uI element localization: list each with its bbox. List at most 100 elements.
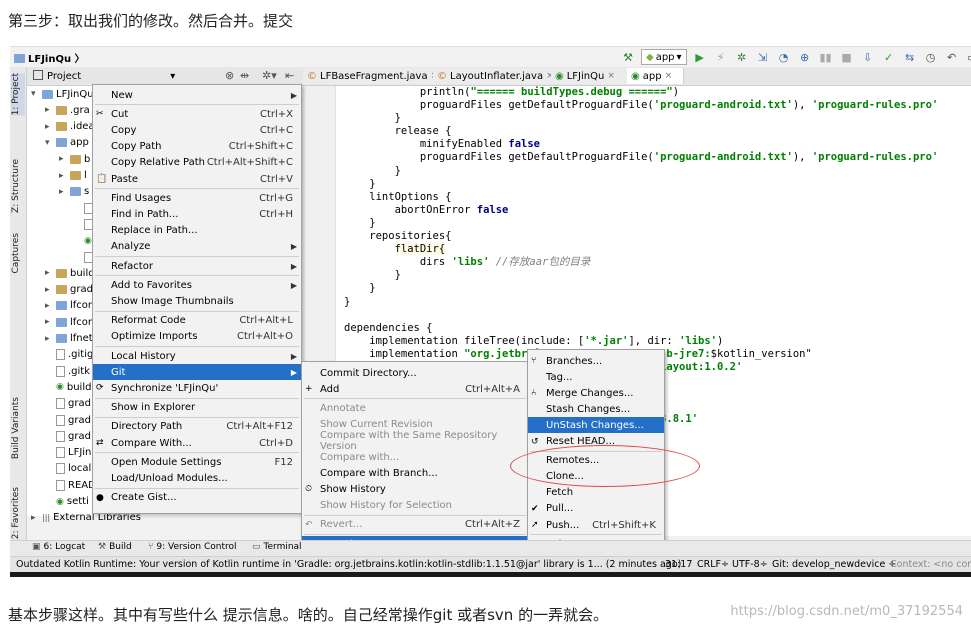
close-icon[interactable]: × <box>607 71 615 81</box>
menu-item[interactable]: ⇄ Compare With... Ctrl+D <box>93 435 301 451</box>
hide-panel-icon[interactable]: ⇤ <box>285 69 294 82</box>
expand-arrow-icon[interactable]: ▸ <box>45 285 53 295</box>
bottom-tool-tab[interactable]: ⚒ Build <box>98 542 132 552</box>
tree-item[interactable]: ▸ build <box>45 265 95 281</box>
menu-item[interactable]: ➚ Push... Ctrl+Shift+K <box>528 517 664 533</box>
expand-arrow-icon[interactable]: ▸ <box>45 122 53 132</box>
build-variants-tool-tab[interactable]: Build Variants <box>11 397 25 459</box>
menu-item[interactable]: Optimize Imports Ctrl+Alt+O <box>93 329 301 345</box>
menu-item[interactable]: Compare with the Same Repository Version <box>302 430 528 452</box>
captures-tool-tab[interactable]: Captures <box>11 233 25 273</box>
tree-item[interactable]: ▸ .gra <box>45 102 90 118</box>
tree-item[interactable]: ▸ grad <box>45 282 93 298</box>
favorites-tool-tab[interactable]: 2: Favorites <box>11 487 25 539</box>
line-separator[interactable]: CRLF÷ <box>697 559 729 570</box>
editor-tab[interactable]: ◉ LFJinQu × <box>551 68 628 84</box>
pause-icon[interactable]: ▮▮ <box>818 49 834 65</box>
menu-item[interactable]: UnStash Changes... <box>528 417 664 434</box>
menu-item[interactable]: Tag... <box>528 369 664 385</box>
tree-item[interactable]: LFJin <box>45 445 91 461</box>
attach-debugger-icon[interactable]: ⇲ <box>755 49 771 65</box>
expand-arrow-icon[interactable]: ▾ <box>31 89 39 99</box>
run-icon[interactable]: ▶ <box>692 49 708 65</box>
expand-arrow-icon[interactable]: ▾ <box>45 138 53 148</box>
menu-item[interactable]: Load/Unload Modules... <box>93 470 301 486</box>
avd-manager-icon[interactable]: ▭ <box>965 49 971 65</box>
git-branch[interactable]: Git: develop_newdevice ÷ <box>772 559 896 570</box>
menu-item[interactable]: Show in Explorer <box>93 400 301 416</box>
project-tool-tab[interactable]: 1: Project <box>11 73 25 116</box>
menu-item[interactable]: Show History for Selection <box>302 498 528 514</box>
vcs-history-icon[interactable]: ◷ <box>923 49 939 65</box>
menu-item[interactable]: Open Module Settings F12 <box>93 454 301 470</box>
menu-item[interactable]: + Add Ctrl+Alt+A <box>302 381 528 397</box>
tree-item[interactable]: ▸ lfnet <box>45 331 93 347</box>
menu-item[interactable]: Refactor ▶ <box>93 258 301 274</box>
menu-item[interactable]: ⑂ Branches... <box>528 353 664 369</box>
menu-item[interactable]: 📋 Paste Ctrl+V <box>93 171 301 187</box>
menu-item[interactable]: Analyze ▶ <box>93 239 301 255</box>
menu-item[interactable]: Local History ▶ <box>93 348 301 364</box>
tree-item[interactable]: .gitig <box>45 347 93 363</box>
menu-item[interactable]: ✂ Cut Ctrl+X <box>93 106 301 122</box>
menu-item[interactable]: Find Usages Ctrl+G <box>93 190 301 206</box>
tree-item[interactable]: local <box>45 461 91 477</box>
project-breadcrumb[interactable]: LFJinQu 〉 <box>14 50 85 65</box>
vcs-compare-icon[interactable]: ⇆ <box>902 49 918 65</box>
menu-item[interactable]: Reformat Code Ctrl+Alt+L <box>93 313 301 329</box>
tree-item[interactable]: grad <box>45 412 91 428</box>
expand-arrow-icon[interactable]: ▸ <box>45 268 53 278</box>
bottom-tool-tab[interactable]: ⑂ 9: Version Control <box>148 542 237 552</box>
tree-item[interactable]: grad <box>45 428 91 444</box>
stop-icon[interactable]: ■ <box>839 49 855 65</box>
menu-item[interactable]: ↶ Revert... Ctrl+Alt+Z <box>302 517 528 533</box>
hammer-icon[interactable]: ⚒ <box>620 49 636 65</box>
menu-item[interactable]: ● Create Gist... <box>93 490 301 506</box>
tree-item[interactable]: grad <box>45 396 91 412</box>
expand-arrow-icon[interactable]: ▸ <box>45 317 53 327</box>
menu-item[interactable]: New ▶ <box>93 87 301 103</box>
gear-icon[interactable]: ✲▾ <box>262 69 277 82</box>
profile-icon[interactable]: ◔ <box>776 49 792 65</box>
menu-item[interactable]: ✔ Pull... <box>528 501 664 517</box>
tree-item[interactable]: ▾ app <box>45 135 89 151</box>
menu-item[interactable]: Stash Changes... <box>528 401 664 417</box>
file-encoding[interactable]: UTF-8÷ <box>732 559 768 570</box>
expand-arrow-icon[interactable]: ▸ <box>45 334 53 344</box>
editor-tab[interactable]: © LayoutInflater.java × <box>433 68 554 84</box>
menu-item[interactable]: Git ▶ <box>93 364 301 381</box>
structure-tool-tab[interactable]: Z: Structure <box>11 159 25 213</box>
scroll-from-source-icon[interactable]: ⇹ <box>240 69 249 82</box>
tree-item[interactable]: ▸ .idea <box>45 119 95 135</box>
menu-item[interactable]: Compare with Branch... <box>302 465 528 481</box>
tree-item[interactable]: ▸ s <box>59 184 89 200</box>
context-indicator[interactable]: Context: <no context> <box>890 559 971 570</box>
expand-arrow-icon[interactable]: ▸ <box>59 187 67 197</box>
tree-item[interactable]: ▾ LFJinQu <box>31 86 94 102</box>
bottom-tool-tab[interactable]: ▭ Terminal <box>252 542 302 552</box>
caret-position[interactable]: 31:17 <box>665 559 692 570</box>
menu-item[interactable]: Commit Directory... <box>302 365 528 381</box>
expand-arrow-icon[interactable]: ▸ <box>45 301 53 311</box>
expand-arrow-icon[interactable]: ▸ <box>31 513 39 523</box>
status-message[interactable]: Outdated Kotlin Runtime: Your version of… <box>16 559 681 570</box>
tree-item[interactable]: ▸ b <box>59 151 90 167</box>
menu-item[interactable]: ⑃ Merge Changes... <box>528 385 664 401</box>
tree-item[interactable]: ▸ lfcor <box>45 314 92 330</box>
vcs-update-icon[interactable]: ⇩ <box>860 49 876 65</box>
editor-tab[interactable]: ©LFBaseFragment.java× <box>303 68 438 84</box>
tree-item[interactable]: ▸ l <box>59 168 87 184</box>
menu-item[interactable]: Copy Path Ctrl+Shift+C <box>93 139 301 155</box>
vcs-commit-icon[interactable]: ✓ <box>881 49 897 65</box>
menu-item[interactable]: ⟳ Synchronize 'LFJinQu' <box>93 380 301 396</box>
debug-icon[interactable]: ✲ <box>734 49 750 65</box>
menu-item[interactable]: Copy Relative Path Ctrl+Alt+Shift+C <box>93 155 301 171</box>
menu-item[interactable]: Compare with... <box>302 449 528 465</box>
tree-item[interactable]: .gitk <box>45 363 90 379</box>
editor-tab[interactable]: ◉ app × <box>627 68 684 84</box>
coverage-icon[interactable]: ⊕ <box>797 49 813 65</box>
expand-arrow-icon[interactable]: ▸ <box>59 154 67 164</box>
menu-item[interactable]: ⏲ Show History <box>302 481 528 497</box>
project-view-select[interactable]: Project ▾ <box>33 70 175 82</box>
revert-icon[interactable]: ↶ <box>944 49 960 65</box>
